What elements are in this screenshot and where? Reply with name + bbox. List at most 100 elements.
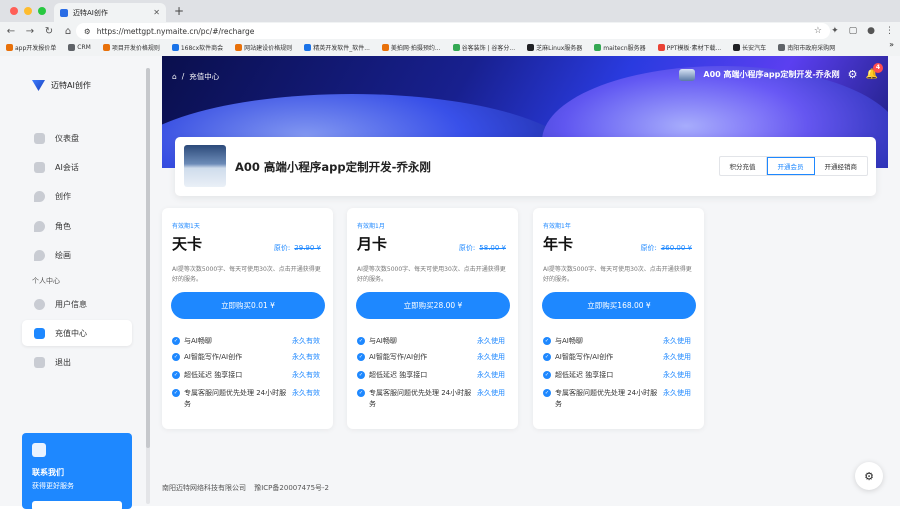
feature-label: AI智能写作/AI创作 bbox=[555, 353, 614, 361]
bookmark-item[interactable]: 长安汽车 bbox=[727, 43, 772, 52]
main-content: ⌂ / 充值中心 A00 高端小程序app定制开发-乔永刚 ⚙ 🔔 4 A00 高端… bbox=[162, 56, 900, 506]
bell-icon[interactable]: 🔔 4 bbox=[866, 63, 883, 80]
check-icon: ✓ bbox=[357, 389, 365, 397]
plan-feature: ✓ 专属客服问题优先处理 24小时服务 永久使用 bbox=[357, 388, 509, 410]
check-icon: ✓ bbox=[543, 353, 551, 361]
close-tab-icon[interactable]: ✕ bbox=[153, 8, 160, 17]
plan-feature: ✓ 与AI畅聊 永久使用 bbox=[357, 336, 509, 347]
check-icon: ✓ bbox=[543, 337, 551, 345]
tab-dealer[interactable]: 开通经销商 bbox=[815, 157, 868, 175]
menu-icon[interactable]: ⋮ bbox=[885, 26, 894, 36]
bookmarks-more-icon[interactable]: » bbox=[889, 40, 894, 49]
home-icon[interactable]: ⌂ bbox=[172, 72, 177, 81]
contact-button[interactable] bbox=[32, 501, 122, 511]
extensions-icon[interactable]: ✦ bbox=[831, 26, 839, 36]
bookmark-item[interactable]: PPT模板·素材下载... bbox=[652, 43, 728, 52]
bookmark-item[interactable]: 芝麻Linux服务器 bbox=[521, 43, 588, 52]
tab-points-recharge[interactable]: 积分充值 bbox=[720, 157, 767, 175]
drop-icon bbox=[34, 190, 45, 202]
chat-icon bbox=[34, 161, 45, 173]
contact-subtitle: 获得更好服务 bbox=[32, 482, 74, 490]
new-tab-icon[interactable]: + bbox=[174, 4, 184, 18]
feature-label: AI智能写作/AI创作 bbox=[369, 353, 428, 361]
footer-company: 南阳迈特网络科技有限公司 bbox=[162, 484, 246, 492]
scrollbar-thumb[interactable] bbox=[146, 68, 150, 448]
back-icon[interactable]: ← bbox=[3, 26, 19, 37]
minimize-window-icon[interactable] bbox=[24, 7, 32, 15]
bookmark-item[interactable]: app开发报价单 bbox=[0, 43, 62, 52]
feature-label: AI智能写作/AI创作 bbox=[184, 353, 243, 361]
feature-validity: 永久使用 bbox=[663, 371, 691, 379]
zoom-window-icon[interactable] bbox=[38, 7, 46, 15]
bookmark-item[interactable]: maitecn服务器 bbox=[588, 43, 651, 52]
buy-now-button[interactable]: 立即购买0.01 ¥ bbox=[171, 292, 325, 319]
bookmark-favicon-icon bbox=[527, 43, 535, 51]
buy-now-button[interactable]: 立即购买28.00 ¥ bbox=[356, 292, 510, 319]
bookmark-item[interactable]: 168cx软件商会 bbox=[166, 43, 229, 52]
floating-settings-button[interactable]: ⚙ bbox=[855, 462, 883, 490]
check-icon: ✓ bbox=[172, 353, 180, 361]
sidebar-item-user-info[interactable]: 用户信息 bbox=[22, 291, 132, 317]
bookmark-item[interactable]: 美拍网·拍摄预约... bbox=[376, 43, 447, 52]
check-icon: ✓ bbox=[357, 353, 365, 361]
user-icon bbox=[34, 298, 45, 310]
bookmark-star-icon[interactable]: ☆ bbox=[814, 26, 822, 36]
bookmark-label: 谷客装饰 | 谷客分... bbox=[461, 44, 516, 52]
feature-validity: 永久有效 bbox=[292, 337, 320, 345]
footer-icp[interactable]: 豫ICP备20007475号-2 bbox=[254, 484, 329, 492]
bookmark-item[interactable]: 南阳市政府采购网 bbox=[772, 43, 841, 52]
bookmark-favicon-icon bbox=[778, 43, 786, 51]
sidebar-item-logout[interactable]: 退出 bbox=[22, 349, 132, 375]
bookmark-item[interactable]: 精英开发软件_软件... bbox=[298, 43, 376, 52]
bookmark-label: 网站建设价格规则 bbox=[244, 44, 293, 52]
forward-icon[interactable]: → bbox=[22, 26, 38, 37]
feature-validity: 永久使用 bbox=[477, 353, 505, 361]
plan-period: 有效期1年 bbox=[543, 223, 571, 230]
profile-icon[interactable]: ● bbox=[867, 26, 875, 36]
feature-validity: 永久使用 bbox=[663, 337, 691, 345]
header-username[interactable]: A00 高端小程序app定制开发-乔永刚 bbox=[703, 69, 839, 80]
sidebar-item-create[interactable]: 创作 bbox=[22, 183, 132, 209]
buy-now-button[interactable]: 立即购买168.00 ¥ bbox=[542, 292, 696, 319]
app-logo[interactable]: 迈特AI创作 bbox=[32, 80, 91, 91]
contact-title: 联系我们 bbox=[32, 468, 64, 477]
avatar[interactable] bbox=[679, 68, 696, 81]
check-icon: ✓ bbox=[543, 371, 551, 379]
sidebar-item-label: 创作 bbox=[55, 191, 71, 201]
window-controls[interactable] bbox=[10, 7, 46, 15]
plan-period: 有效期1天 bbox=[172, 223, 200, 230]
contact-icon bbox=[32, 443, 46, 457]
sidebar-item-dashboard[interactable]: 仪表盘 bbox=[22, 125, 132, 151]
address-bar[interactable]: ⚙ https://mettgpt.nymaite.cn/pc/#/rechar… bbox=[76, 23, 830, 39]
browser-actions: ✦ ▢ ● ⋮ bbox=[831, 22, 894, 40]
settings-icon[interactable]: ⚙ bbox=[848, 68, 858, 81]
header-user: A00 高端小程序app定制开发-乔永刚 ⚙ 🔔 4 bbox=[679, 63, 883, 81]
feature-label: 与AI畅聊 bbox=[555, 337, 583, 345]
sidebar-item-ai-chat[interactable]: AI会话 bbox=[22, 154, 132, 180]
bookmark-item[interactable]: 项目开发价格规则 bbox=[97, 43, 166, 52]
home-icon[interactable]: ⌂ bbox=[60, 26, 76, 37]
logo-icon bbox=[32, 80, 45, 91]
drop-icon bbox=[34, 249, 45, 261]
reload-icon[interactable]: ↻ bbox=[41, 26, 57, 37]
feature-label: 与AI畅聊 bbox=[369, 337, 397, 345]
sidebar-item-recharge[interactable]: 充值中心 bbox=[22, 320, 132, 346]
sidebar-scrollbar[interactable] bbox=[146, 68, 150, 504]
sidebar-item-role[interactable]: 角色 bbox=[22, 213, 132, 239]
bookmark-favicon-icon bbox=[657, 43, 665, 51]
plan-period: 有效期1月 bbox=[357, 223, 385, 230]
close-window-icon[interactable] bbox=[10, 7, 18, 15]
sidepanel-icon[interactable]: ▢ bbox=[849, 26, 858, 36]
bookmark-item[interactable]: 谷客装饰 | 谷客分... bbox=[447, 43, 522, 52]
sidebar-item-label: AI会话 bbox=[55, 162, 79, 172]
feature-label: 专属客服问题优先处理 24小时服务 bbox=[184, 389, 287, 408]
browser-tab[interactable]: 迈特AI创作 ✕ bbox=[54, 3, 166, 22]
bookmark-item[interactable]: 网站建设价格规则 bbox=[229, 43, 298, 52]
tab-membership[interactable]: 开通会员 bbox=[766, 157, 815, 175]
recharge-tabs: 积分充值 开通会员 开通经销商 bbox=[718, 156, 868, 176]
sidebar-item-painting[interactable]: 绘画 bbox=[22, 242, 132, 268]
plan-original-price: 原价: 29.90 ¥ bbox=[273, 244, 321, 252]
bookmark-item[interactable]: CRM bbox=[62, 43, 97, 51]
site-info-icon[interactable]: ⚙ bbox=[84, 27, 91, 36]
check-icon: ✓ bbox=[172, 337, 180, 345]
